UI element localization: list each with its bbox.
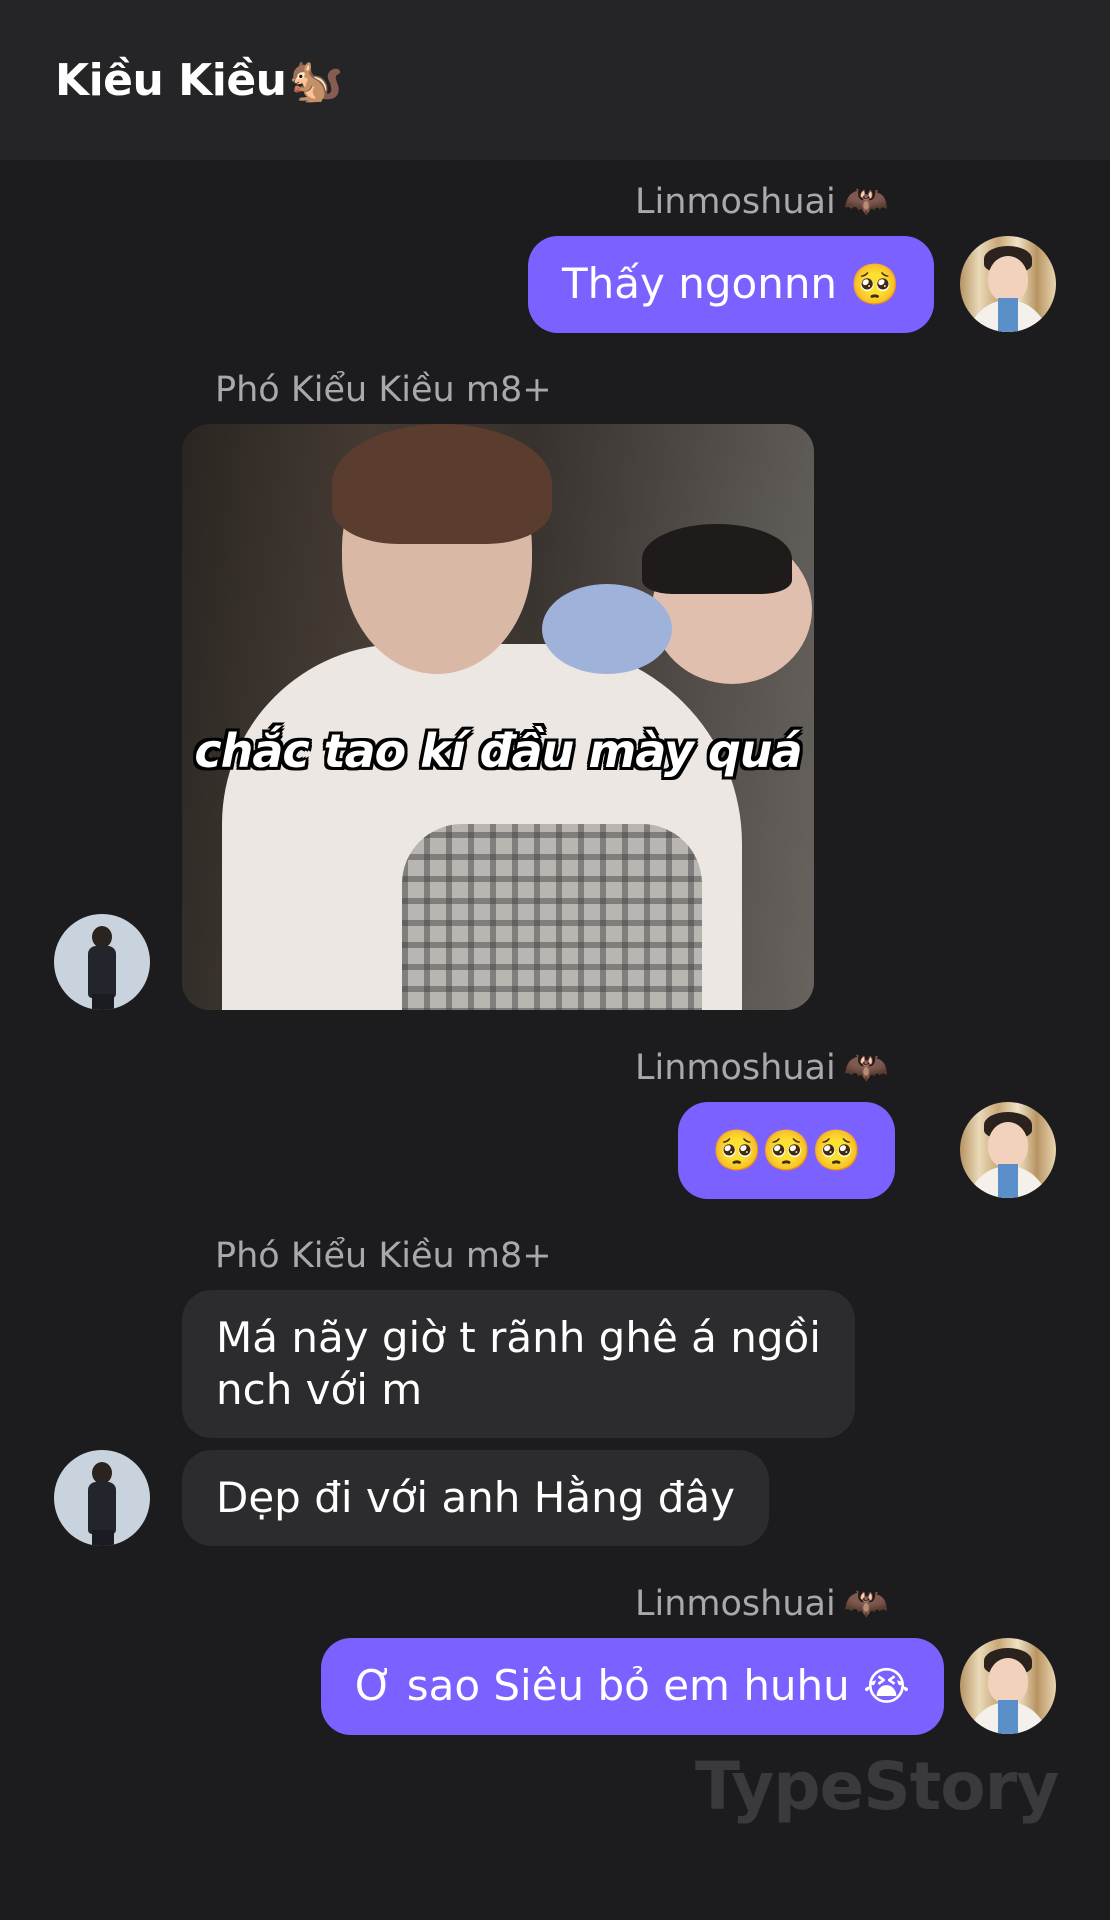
message-text-line-2: nch với m [216, 1365, 423, 1414]
sender-name: Linmoshuai 🦇 [635, 180, 889, 222]
image-person-2-hair [642, 524, 792, 594]
message-text: Thấy ngonnn [562, 259, 838, 308]
sender-name: Linmoshuai 🦇 [635, 1046, 889, 1088]
avatar-body [88, 946, 116, 998]
sender-name-text: Linmoshuai [635, 1584, 836, 1624]
bat-emoji: 🦇 [843, 1583, 889, 1624]
avatar[interactable] [54, 1450, 150, 1546]
avatar-legs [92, 994, 114, 1010]
watermark: TypeStory [695, 1748, 1059, 1825]
avatar-legs [92, 1530, 114, 1546]
chat-header: Kiều Kiều🐿️ [0, 0, 1110, 160]
avatar[interactable] [960, 236, 1056, 332]
avatar-face [988, 1122, 1028, 1168]
message-bubble-outgoing[interactable]: 🥺🥺🥺 [678, 1102, 896, 1199]
chat-title-text: Kiều Kiều [55, 55, 287, 106]
image-fluffy-object [542, 584, 672, 674]
avatar[interactable] [54, 914, 150, 1010]
sender-name-text: Linmoshuai [635, 182, 836, 222]
avatar[interactable] [960, 1638, 1056, 1734]
sender-name: Phó Kiểu Kiều m8+ [215, 370, 552, 410]
avatar-body [88, 1482, 116, 1534]
message-bubble-outgoing[interactable]: Ơ sao Siêu bỏ em huhu 😭 [321, 1638, 944, 1735]
bat-emoji: 🦇 [843, 181, 889, 222]
avatar[interactable] [960, 1102, 1056, 1198]
avatar-shirt [998, 1164, 1018, 1198]
sender-name: Phó Kiểu Kiều m8+ [215, 1236, 552, 1276]
message-text: Ơ sao Siêu bỏ em huhu [355, 1661, 850, 1710]
message-bubble-outgoing[interactable]: Thấy ngonnn 🥺 [528, 236, 935, 333]
message-text-line-1: Má nãy giờ t rãnh ghê á ngồi [216, 1313, 821, 1362]
avatar-head [92, 1462, 112, 1484]
avatar-shirt [998, 1700, 1018, 1734]
image-caption: chắc tao kí đầu mày quá [194, 724, 802, 778]
squirrel-emoji: 🐿️ [288, 55, 344, 106]
pleading-face-emoji: 🥺 [850, 262, 901, 308]
sender-name-text: Linmoshuai [635, 1048, 836, 1088]
message-text: Dẹp đi với anh Hằng đây [216, 1473, 735, 1522]
message-bubble-incoming[interactable]: Dẹp đi với anh Hằng đây [182, 1450, 769, 1546]
avatar-shirt [998, 298, 1018, 332]
avatar-head [92, 926, 112, 948]
image-person-hair [332, 424, 552, 544]
chat-title[interactable]: Kiều Kiều🐿️ [55, 54, 343, 106]
chat-screen: Kiều Kiều🐿️ Linmoshuai 🦇 Thấy ngonnn 🥺 Ph… [0, 0, 1110, 1920]
image-message[interactable]: chắc tao kí đầu mày quá [182, 424, 814, 1010]
pleading-face-emoji: 🥺🥺🥺 [712, 1128, 862, 1174]
avatar-face [988, 1658, 1028, 1704]
bat-emoji: 🦇 [843, 1047, 889, 1088]
image-plaid-pants [402, 824, 702, 1010]
crying-face-emoji: 😭 [863, 1664, 910, 1710]
sender-name: Linmoshuai 🦇 [635, 1582, 889, 1624]
message-bubble-incoming[interactable]: Má nãy giờ t rãnh ghê á ngồi nch với m [182, 1290, 855, 1438]
avatar-face [988, 256, 1028, 302]
